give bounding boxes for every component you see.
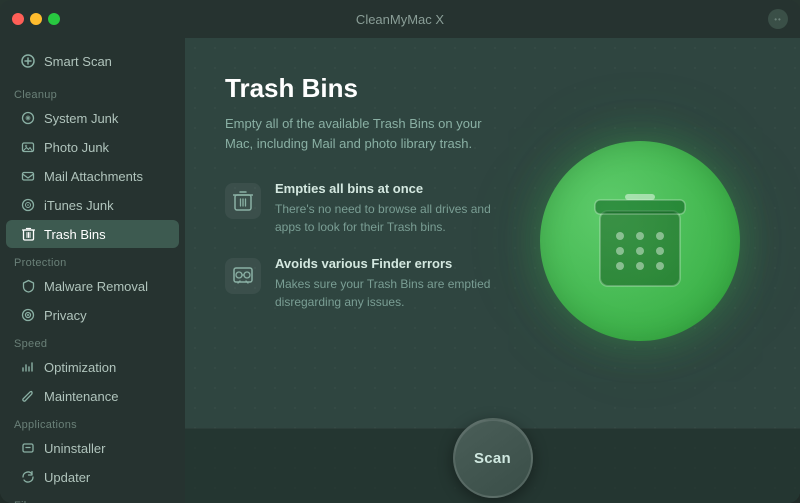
feature-icon-trash (225, 183, 261, 219)
feature-icon-finder (225, 258, 261, 294)
feature-text-avoids-errors: Avoids various Finder errors Makes sure … (275, 256, 495, 311)
sidebar-item-system-junk[interactable]: System Junk (6, 104, 179, 132)
section-label-applications: Applications (0, 411, 185, 433)
feature-text-empties-all: Empties all bins at once There's no need… (275, 181, 495, 236)
maximize-button[interactable] (48, 13, 60, 25)
section-label-files: Files (0, 492, 185, 503)
app-window: CleanMyMac X Smart Scan Cleanup (0, 0, 800, 503)
updater-icon (20, 469, 36, 485)
title-bar: CleanMyMac X (0, 0, 800, 38)
sidebar-item-malware-removal[interactable]: Malware Removal (6, 272, 179, 300)
sidebar-item-smart-scan[interactable]: Smart Scan (6, 47, 179, 75)
main-content: Smart Scan Cleanup System Junk (0, 38, 800, 503)
sidebar-item-mail-attachments[interactable]: Mail Attachments (6, 162, 179, 190)
maintenance-label: Maintenance (44, 389, 118, 404)
menu-dots-button[interactable] (768, 9, 788, 29)
sidebar-item-maintenance[interactable]: Maintenance (6, 382, 179, 410)
trash-bins-label: Trash Bins (44, 227, 106, 242)
mail-icon (20, 168, 36, 184)
uninstaller-icon (20, 440, 36, 456)
sidebar-item-updater[interactable]: Updater (6, 463, 179, 491)
optimization-icon (20, 359, 36, 375)
privacy-icon (20, 307, 36, 323)
section-label-cleanup: Cleanup (0, 81, 185, 103)
content-area: Trash Bins Empty all of the available Tr… (185, 38, 800, 503)
feature-desc-1: Makes sure your Trash Bins are emptied d… (275, 275, 495, 311)
sidebar-item-uninstaller[interactable]: Uninstaller (6, 434, 179, 462)
close-button[interactable] (12, 13, 24, 25)
privacy-label: Privacy (44, 308, 87, 323)
smart-scan-label: Smart Scan (44, 54, 112, 69)
scan-button[interactable]: Scan (453, 418, 533, 498)
uninstaller-label: Uninstaller (44, 441, 105, 456)
sidebar-item-trash-bins[interactable]: Trash Bins (6, 220, 179, 248)
page-title: Trash Bins (225, 73, 495, 104)
maintenance-icon (20, 388, 36, 404)
window-title: CleanMyMac X (356, 12, 444, 27)
updater-label: Updater (44, 470, 90, 485)
traffic-lights (12, 13, 60, 25)
sidebar-item-photo-junk[interactable]: Photo Junk (6, 133, 179, 161)
sidebar-item-privacy[interactable]: Privacy (6, 301, 179, 329)
section-label-speed: Speed (0, 330, 185, 352)
feature-item-avoids-errors: Avoids various Finder errors Makes sure … (225, 256, 495, 311)
trash-icon-circle (540, 141, 740, 341)
feature-desc-0: There's no need to browse all drives and… (275, 200, 495, 236)
content-body: Trash Bins Empty all of the available Tr… (185, 38, 800, 428)
section-label-protection: Protection (0, 249, 185, 271)
scan-bar: Scan (185, 428, 800, 503)
content-right (515, 73, 765, 408)
system-junk-label: System Junk (44, 111, 118, 126)
malware-removal-label: Malware Removal (44, 279, 148, 294)
feature-item-empties-all: Empties all bins at once There's no need… (225, 181, 495, 236)
system-junk-icon (20, 110, 36, 126)
photo-junk-label: Photo Junk (44, 140, 109, 155)
feature-title-1: Avoids various Finder errors (275, 256, 495, 271)
smart-scan-icon (20, 53, 36, 69)
feature-title-0: Empties all bins at once (275, 181, 495, 196)
mail-attachments-label: Mail Attachments (44, 169, 143, 184)
itunes-junk-label: iTunes Junk (44, 198, 114, 213)
sidebar: Smart Scan Cleanup System Junk (0, 38, 185, 503)
photo-junk-icon (20, 139, 36, 155)
trash-bins-icon (20, 226, 36, 242)
minimize-button[interactable] (30, 13, 42, 25)
content-left: Trash Bins Empty all of the available Tr… (225, 73, 495, 408)
feature-list: Empties all bins at once There's no need… (225, 181, 495, 311)
sidebar-item-optimization[interactable]: Optimization (6, 353, 179, 381)
itunes-icon (20, 197, 36, 213)
optimization-label: Optimization (44, 360, 116, 375)
sidebar-item-itunes-junk[interactable]: iTunes Junk (6, 191, 179, 219)
content-subtitle: Empty all of the available Trash Bins on… (225, 114, 495, 153)
malware-icon (20, 278, 36, 294)
